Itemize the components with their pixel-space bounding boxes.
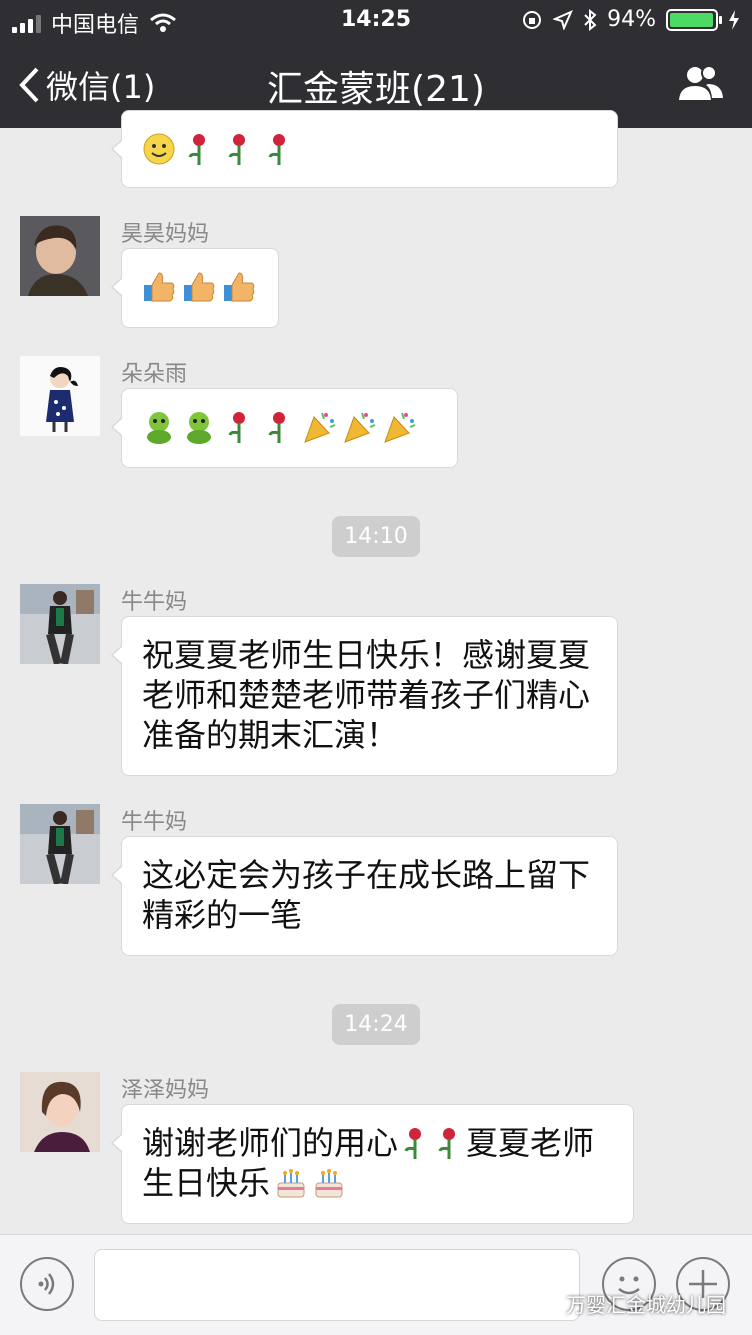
party-popper-emoji-icon	[344, 412, 376, 443]
battery-percent: 94%	[607, 7, 656, 32]
message-bubble[interactable]: 这必定会为孩子在成长路上留下 精彩的一笔	[111, 836, 618, 956]
rose-emoji-icon	[438, 1128, 456, 1159]
chat-title: 汇金蒙班(21)	[267, 69, 485, 110]
rose-emoji-icon	[268, 412, 285, 443]
message-text-line: 祝夏夏老师生日快乐！感谢夏夏	[142, 636, 591, 674]
battery-icon	[666, 8, 722, 31]
green-face-emoji-icon	[187, 412, 211, 444]
thumbs-up-emoji-icon	[144, 272, 175, 302]
group-members-icon[interactable]	[678, 64, 724, 104]
message-text: 夏夏老师	[466, 1124, 595, 1162]
input-bar: 万婴汇金城幼儿园	[0, 1234, 752, 1335]
bluetooth-icon	[584, 8, 597, 31]
sender-name: 牛牛妈	[121, 590, 188, 615]
avatar[interactable]	[20, 356, 100, 436]
smile-emoji-icon	[143, 133, 175, 165]
party-popper-emoji-icon	[384, 412, 416, 443]
rotation-lock-icon	[523, 10, 542, 29]
location-icon	[553, 9, 574, 30]
rose-emoji-icon	[228, 412, 245, 443]
message-bubble[interactable]: 谢谢老师们的用心 夏夏老师 生日快乐	[111, 1104, 634, 1224]
wechat-logo-icon	[534, 1293, 559, 1313]
avatar-photo	[20, 216, 100, 296]
rose-emoji-icon	[188, 134, 205, 165]
avatar[interactable]	[20, 1072, 100, 1152]
watermark-text: 万婴汇金城幼儿园	[566, 1293, 726, 1317]
voice-button[interactable]	[20, 1257, 74, 1311]
message-bubble[interactable]	[111, 110, 618, 188]
message-text: 谢谢老师们的用心	[142, 1124, 399, 1162]
timestamp: 14:10	[0, 516, 752, 557]
avatar[interactable]	[20, 584, 100, 664]
message-text-line: 这必定会为孩子在成长路上留下	[142, 856, 591, 894]
sender-name: 泽泽妈妈	[121, 1078, 210, 1103]
rose-emoji-icon	[228, 134, 245, 165]
avatar-photo	[20, 356, 100, 436]
rose-emoji-icon	[268, 134, 285, 165]
avatar-photo	[20, 1072, 100, 1152]
green-face-emoji-icon	[147, 412, 171, 444]
cake-emoji-icon	[315, 1169, 343, 1198]
avatar-photo	[20, 584, 100, 664]
rose-emoji-icon	[404, 1128, 422, 1159]
sender-name: 牛牛妈	[121, 810, 188, 835]
party-popper-emoji-icon	[304, 412, 336, 443]
message-bubble[interactable]	[111, 248, 279, 328]
status-bar: 中国电信 14:25 94%	[0, 0, 752, 40]
cake-emoji-icon	[277, 1169, 305, 1198]
timestamp: 14:24	[0, 1004, 752, 1045]
watermark: 万婴汇金城幼儿园	[534, 1289, 726, 1318]
message-text-line: 准备的期末汇演！	[142, 716, 399, 754]
message-text-line: 精彩的一笔	[142, 896, 303, 934]
avatar[interactable]	[20, 216, 100, 296]
message-bubble[interactable]	[111, 388, 458, 468]
sender-name: 昊昊妈妈	[121, 222, 210, 247]
voice-icon	[38, 1273, 55, 1295]
avatar[interactable]	[20, 804, 100, 884]
message-text-line: 老师和楚楚老师带着孩子们精心	[142, 676, 591, 714]
thumbs-up-emoji-icon	[224, 272, 255, 302]
avatar-photo	[20, 804, 100, 884]
charging-icon	[729, 9, 739, 30]
message-text: 生日快乐	[142, 1164, 271, 1202]
sender-name: 朵朵雨	[121, 362, 188, 387]
top-bar: 中国电信 14:25 94% 微信(1) 汇金蒙班(21)	[0, 0, 752, 128]
message-bubble[interactable]: 祝夏夏老师生日快乐！感谢夏夏 老师和楚楚老师带着孩子们精心 准备的期末汇演！	[111, 616, 618, 776]
thumbs-up-emoji-icon	[184, 272, 215, 302]
message-input[interactable]	[94, 1249, 580, 1321]
